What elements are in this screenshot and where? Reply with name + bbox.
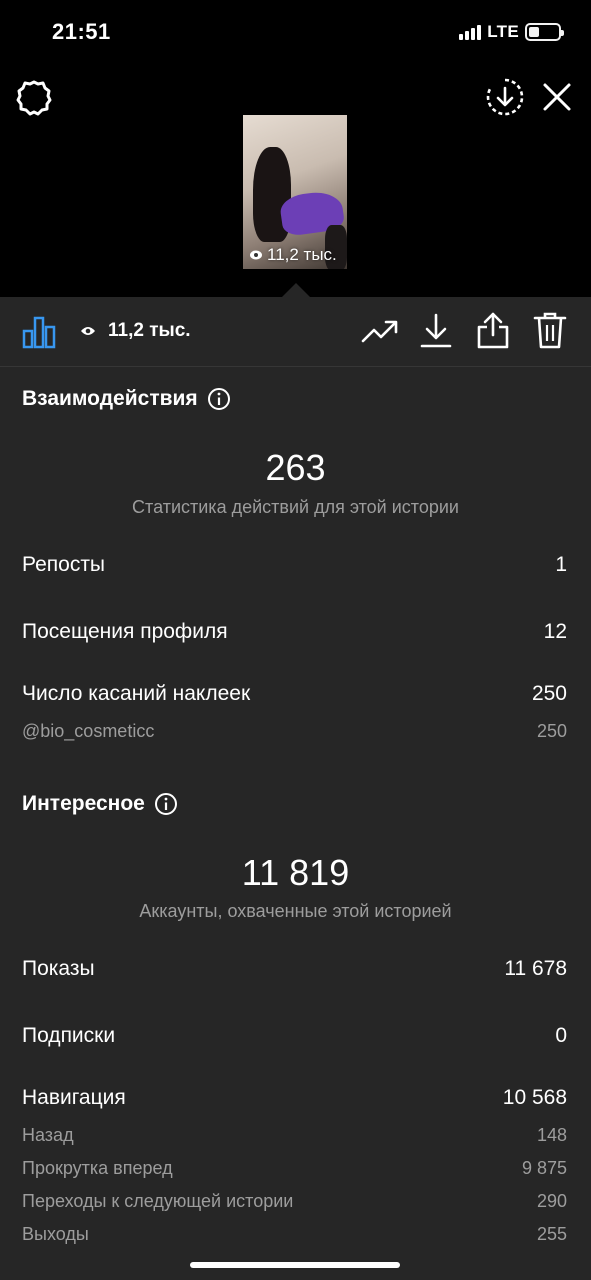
stat-row-impressions: Показы 11 678 [22,957,567,981]
stat-row-navigation: Навигация 10 568 [22,1086,567,1110]
thumbnail-views-count: 11,2 тыс. [267,245,337,264]
stat-row-forward: Прокрутка вперед 9 875 [22,1158,567,1179]
stat-label: Посещения профиля [22,620,228,643]
stat-label: Назад [22,1125,74,1145]
stat-value: 11 678 [504,957,567,980]
battery-icon [525,23,564,41]
status-indicators: LTE [459,22,564,42]
signal-icon [459,24,482,40]
stat-value: 10 568 [502,1086,567,1109]
stat-label: @bio_cosmeticc [22,721,155,741]
stat-value: 250 [531,682,567,705]
stat-row-exits: Выходы 255 [22,1224,567,1245]
stat-value: 12 [543,620,567,643]
network-label: LTE [487,22,519,41]
share-icon[interactable] [473,309,513,351]
toolbar-views-count: 11,2 тыс. [108,320,191,341]
settings-gear-icon[interactable] [14,78,54,118]
stat-row-sticker-taps: Число касаний наклеек 250 [22,682,567,706]
info-icon[interactable] [154,792,178,816]
insights-chart-icon[interactable] [20,313,58,351]
stat-value: 148 [536,1125,567,1145]
stat-label: Навигация [22,1086,126,1109]
info-icon[interactable] [207,387,231,411]
stat-row-sticker-mention[interactable]: @bio_cosmeticc 250 [22,721,567,742]
stat-value: 290 [536,1191,567,1211]
discovery-total: 11 819 [241,852,350,893]
stat-row-profile-visits: Посещения профиля 12 [22,620,567,644]
delete-trash-icon[interactable] [530,309,570,351]
story-thumbnail[interactable]: 11,2 тыс. [243,115,347,269]
stat-value: 9 875 [521,1158,567,1178]
stat-value: 0 [555,1024,567,1047]
stat-label: Число касаний наклеек [22,682,251,705]
stat-label: Подписки [22,1024,116,1047]
stat-label: Показы [22,957,95,980]
discovery-subtitle: Аккаунты, охваченные этой историей [139,901,452,921]
stat-value: 250 [536,721,567,741]
interactions-subtitle: Статистика действий для этой истории [132,497,459,517]
close-icon[interactable] [538,78,576,116]
stat-row-follows: Подписки 0 [22,1024,567,1048]
stat-label: Репосты [22,553,106,576]
stat-label: Переходы к следующей истории [22,1191,294,1211]
insights-toolbar: 11,2 тыс. [0,297,591,367]
stat-row-back: Назад 148 [22,1125,567,1146]
stat-label: Прокрутка вперед [22,1158,173,1178]
eye-icon [250,250,262,260]
thumbnail-views: 11,2 тыс. [249,245,337,265]
stat-value: 1 [555,553,567,576]
interactions-title-text: Взаимодействия [22,387,198,410]
interactions-total: 263 [265,447,326,488]
discovery-title: Интересное [22,792,178,816]
toolbar-views: 11,2 тыс. [80,320,191,342]
download-icon[interactable] [416,311,456,351]
story-preview-area: 21:51 LTE 11,2 тыс. [0,0,591,297]
promote-trend-icon[interactable] [360,313,400,351]
status-time: 21:51 [52,19,111,44]
save-story-icon[interactable] [484,76,526,118]
stat-row-reposts: Репосты 1 [22,553,567,577]
stat-row-next-story: Переходы к следующей истории 290 [22,1191,567,1212]
stat-label: Выходы [22,1224,89,1244]
eye-icon [81,327,95,335]
home-indicator[interactable] [190,1262,400,1268]
stat-value: 255 [536,1224,567,1244]
interactions-title: Взаимодействия [22,387,231,411]
discovery-title-text: Интересное [22,792,145,815]
selection-pointer [282,283,310,297]
